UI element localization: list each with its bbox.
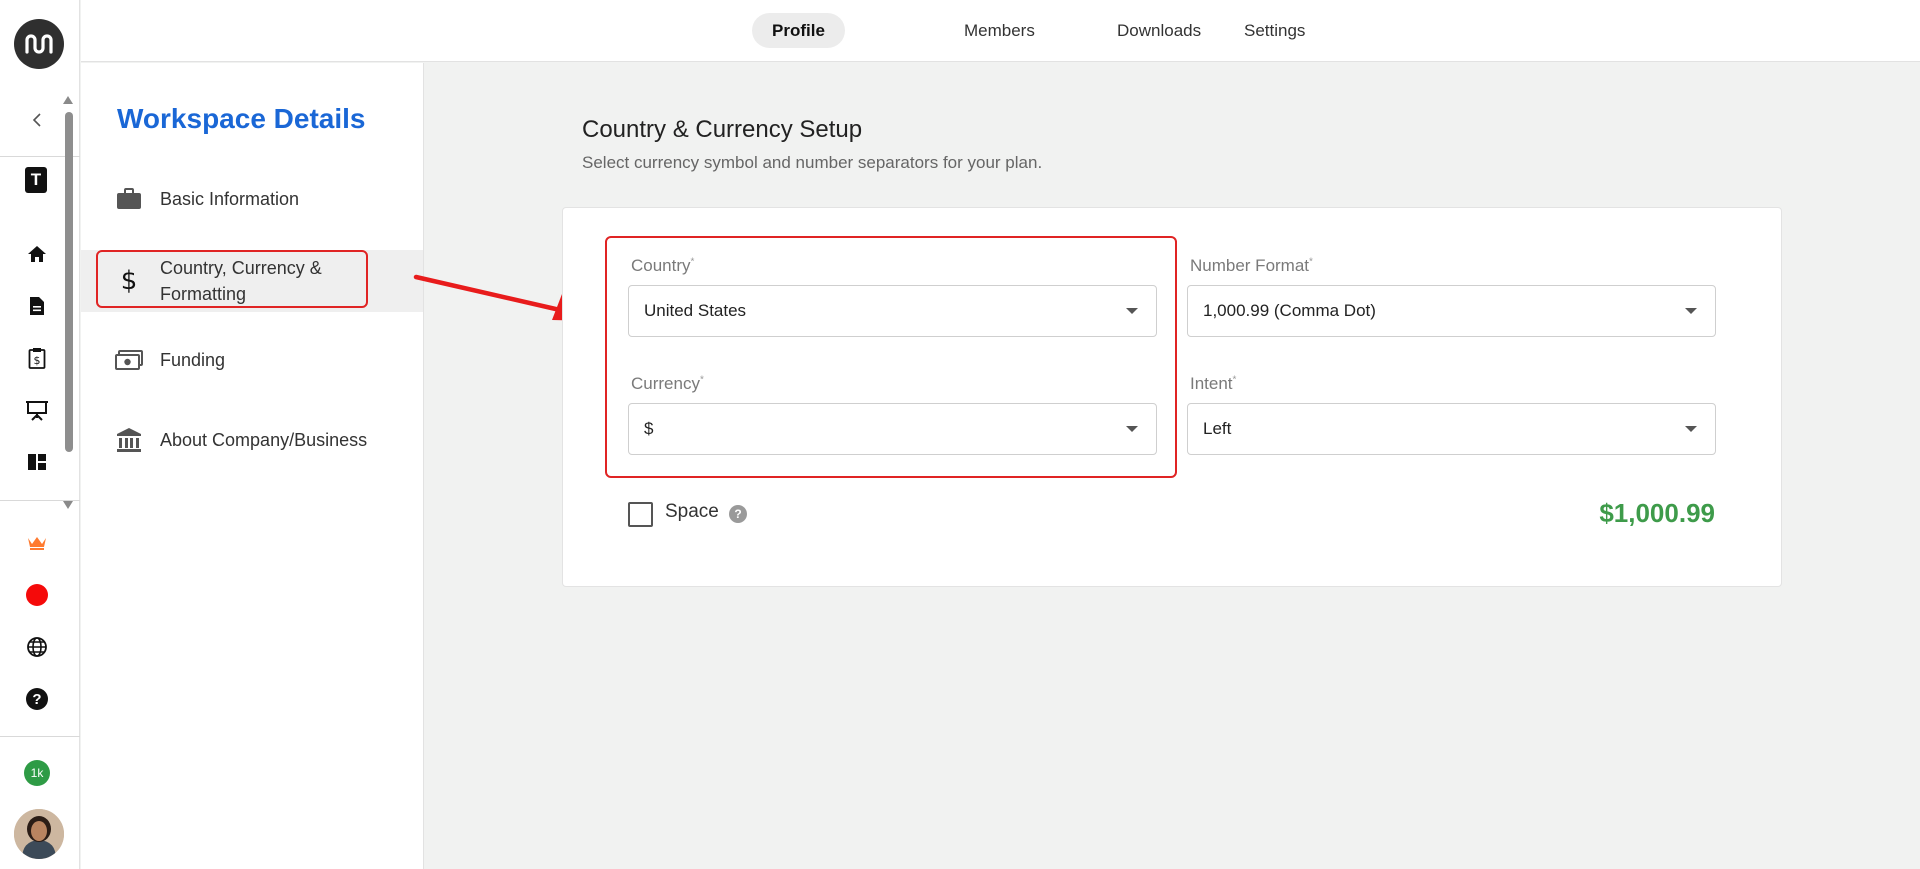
question-icon[interactable]: ?: [729, 505, 747, 523]
collapse-sidebar-button[interactable]: [27, 108, 47, 132]
user-avatar[interactable]: [14, 809, 64, 859]
menu-item-funding[interactable]: Funding: [81, 330, 423, 390]
scroll-up-arrow-icon[interactable]: [63, 96, 73, 104]
settings-panel: Workspace Details Basic Information $ Co…: [81, 63, 424, 869]
format-preview: $1,000.99: [1599, 498, 1715, 528]
tab-downloads[interactable]: Downloads: [1097, 13, 1221, 48]
rail-scrollbar[interactable]: [63, 96, 73, 509]
panel-title: Workspace Details: [117, 103, 366, 134]
intent-value: Left: [1203, 419, 1232, 438]
highlight-box-fields: [605, 236, 1177, 478]
rail-divider: [0, 736, 80, 737]
help-icon[interactable]: ?: [24, 686, 50, 712]
section-subtitle: Select currency symbol and number separa…: [582, 153, 1043, 172]
globe-icon[interactable]: [24, 634, 50, 660]
workspace-badge[interactable]: T: [25, 167, 47, 193]
scroll-down-arrow-icon[interactable]: [63, 501, 73, 509]
count-badge[interactable]: 1k: [24, 760, 50, 786]
number-format-select[interactable]: 1,000.99 (Comma Dot): [1187, 285, 1716, 337]
menu-item-label: About Company/Business: [160, 430, 368, 450]
highlight-box-menu: [96, 250, 368, 308]
avatar-image: [14, 809, 64, 859]
intent-label: Intent*: [1190, 374, 1237, 393]
left-rail: T $ ? 1k: [0, 0, 80, 869]
caret-down-icon: [1685, 308, 1697, 314]
cash-icon: [115, 346, 143, 374]
tab-profile[interactable]: Profile: [752, 13, 845, 48]
space-checkbox[interactable]: [628, 502, 653, 527]
caret-down-icon: [1685, 426, 1697, 432]
number-format-label: Number Format*: [1190, 256, 1313, 275]
home-icon[interactable]: [24, 241, 50, 267]
rail-divider: [0, 500, 80, 501]
tab-settings[interactable]: Settings: [1224, 13, 1325, 48]
record-icon[interactable]: [24, 582, 50, 608]
crown-icon[interactable]: [24, 530, 50, 556]
menu-item-basic-information[interactable]: Basic Information: [81, 169, 423, 229]
chevron-left-icon: [32, 113, 41, 127]
svg-text:$: $: [34, 354, 41, 367]
presentation-icon[interactable]: [24, 397, 50, 423]
tab-members[interactable]: Members: [944, 13, 1055, 48]
number-format-value: 1,000.99 (Comma Dot): [1203, 301, 1376, 320]
app-logo[interactable]: [14, 19, 64, 69]
top-nav: Profile Members Downloads Settings: [81, 0, 1920, 62]
dashboard-icon[interactable]: [24, 449, 50, 475]
document-icon[interactable]: [24, 293, 50, 319]
menu-item-label: Basic Information: [160, 189, 300, 209]
space-label[interactable]: Space: [665, 501, 719, 523]
invoice-icon[interactable]: $: [24, 345, 50, 371]
logo-icon: [25, 34, 53, 54]
section-title: Country & Currency Setup: [582, 116, 863, 143]
intent-select[interactable]: Left: [1187, 403, 1716, 455]
menu-item-about-company[interactable]: About Company/Business: [81, 410, 423, 470]
bank-icon: [115, 426, 143, 454]
briefcase-icon: [115, 185, 143, 213]
menu-item-label: Funding: [160, 350, 226, 370]
